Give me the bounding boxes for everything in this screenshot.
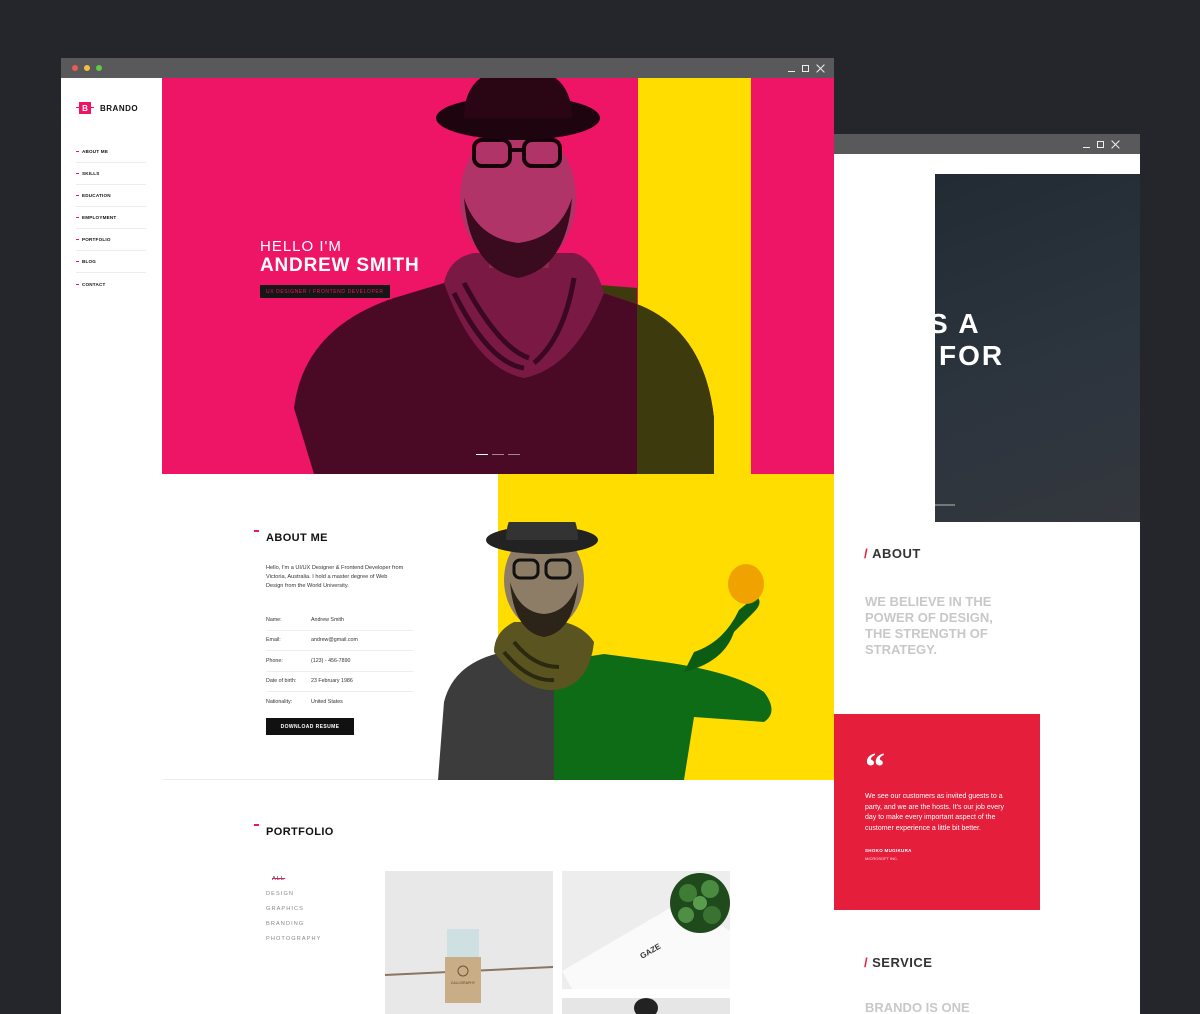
personal-info-list: Name: Andrew Smith Email: andrew@gmail.com… — [266, 610, 413, 713]
minimize-icon[interactable] — [788, 70, 795, 72]
back-browser-window: S A FOR / ABOUT WE BELIEVE IN THE POWER O… — [834, 134, 1140, 1014]
hero-role-badge: UX DESIGNER / FRONTEND DEVELOPER — [260, 285, 390, 298]
info-value[interactable]: andrew@gmail.com — [311, 637, 358, 643]
filter-graphics[interactable]: GRAPHICS — [266, 906, 322, 921]
back-hero-image: S A FOR — [935, 174, 1140, 522]
portfolio-item-photo[interactable] — [562, 998, 730, 1014]
maximize-icon[interactable] — [1097, 140, 1104, 148]
nav-item-portfolio[interactable]: PORTFOLIO — [76, 229, 146, 251]
heading-slash: / — [864, 546, 869, 561]
hero-name: ANDREW SMITH — [260, 255, 420, 276]
info-row-birth: Date of birth: 23 February 1986 — [266, 672, 413, 692]
about-section: ABOUT ME Hello, I'm a UI/UX Designer & F… — [162, 474, 834, 780]
zoom-dot-icon[interactable] — [96, 65, 102, 71]
slider-dot-2[interactable] — [492, 454, 504, 455]
brand-name: BRANDO — [100, 103, 139, 113]
back-hero-headline-line1: S A — [935, 308, 981, 339]
nav-item-skills[interactable]: SKILLS — [76, 163, 146, 185]
close-icon[interactable] — [816, 64, 825, 73]
testimonial-text: We see our customers as invited guests t… — [865, 793, 1004, 832]
nav-item-contact[interactable]: CONTACT — [76, 273, 146, 295]
info-label: Name: — [266, 616, 282, 623]
hero-slider-dots — [476, 454, 520, 455]
portfolio-item-packaging[interactable]: CALLIGRAPHY — [385, 871, 553, 1014]
info-label: Nationality: — [266, 699, 293, 706]
info-row-phone: Phone: (123) - 456-7890 — [266, 651, 413, 672]
front-window-titlebar — [61, 58, 834, 78]
slider-dot-1[interactable] — [476, 454, 488, 455]
info-value: United States — [311, 699, 343, 706]
close-dot-icon[interactable] — [72, 65, 78, 71]
logo-mark: B — [79, 102, 91, 114]
about-heading: / ABOUT — [864, 546, 921, 561]
portfolio-heading: PORTFOLIO — [254, 824, 334, 838]
portfolio-filters: ALL DESIGN GRAPHICS BRANDING PHOTOGRAPHY — [266, 876, 322, 951]
slider-indicator[interactable] — [935, 504, 955, 506]
heading-slash: / — [864, 955, 869, 970]
download-resume-button[interactable]: DOWNLOAD RESUME — [266, 718, 354, 735]
filter-branding[interactable]: BRANDING — [266, 921, 322, 936]
hero-greeting: HELLO I'M — [260, 238, 342, 255]
filter-all[interactable]: ALL — [266, 876, 322, 891]
portfolio-item-card[interactable]: GAZE — [562, 871, 730, 989]
quote-icon: “ — [865, 744, 885, 789]
info-label: Date of birth: — [266, 678, 297, 685]
hero-section: HELLO I'M ANDREW SMITH UX DESIGNER / FRO… — [162, 78, 834, 474]
slider-dot-3[interactable] — [508, 454, 520, 455]
minimize-dot-icon[interactable] — [84, 65, 90, 71]
about-me-text: Hello, I'm a UI/UX Designer & Frontend D… — [266, 565, 404, 589]
front-browser-window: B BRANDO ABOUT ME SKILLS EDUCATION EMPLO… — [61, 58, 834, 1014]
testimonial-company: MICROSOFT INC. — [865, 856, 899, 861]
sidebar: B BRANDO ABOUT ME SKILLS EDUCATION EMPLO… — [61, 78, 162, 1014]
nav-item-blog[interactable]: BLOG — [76, 251, 146, 273]
nav-item-employment[interactable]: EMPLOYMENT — [76, 207, 146, 229]
minimize-icon[interactable] — [1083, 146, 1090, 148]
service-heading-text: SERVICE — [872, 955, 933, 970]
close-icon[interactable] — [1111, 140, 1120, 149]
back-hero-headline-line2: FOR — [939, 340, 1005, 371]
info-row-email: Email: andrew@gmail.com — [266, 631, 413, 651]
info-value: (123) - 456-7890 — [311, 657, 351, 664]
service-intro-text: BRANDO IS ONE — [865, 1000, 970, 1014]
box-label: CALLIGRAPHY — [451, 981, 476, 985]
info-label: Email: — [266, 637, 281, 644]
info-value: 23 February 1986 — [311, 678, 353, 685]
testimonial-author: SHOKO MUGIKURA — [865, 848, 912, 853]
maximize-icon[interactable] — [802, 64, 809, 72]
filter-design[interactable]: DESIGN — [266, 891, 322, 906]
sidebar-nav: ABOUT ME SKILLS EDUCATION EMPLOYMENT POR… — [76, 141, 146, 295]
info-value: Andrew Smith — [311, 616, 344, 623]
portfolio-section: PORTFOLIO ALL DESIGN GRAPHICS BRANDING P… — [162, 780, 834, 1014]
about-me-heading: ABOUT ME — [254, 530, 328, 544]
info-row-name: Name: Andrew Smith — [266, 610, 413, 631]
about-heading-text: ABOUT — [872, 546, 921, 561]
believe-statement: WE BELIEVE IN THE POWER OF DESIGN, THE S… — [865, 594, 993, 657]
about-portrait-image — [438, 522, 772, 780]
brand-logo[interactable]: B BRANDO — [76, 102, 139, 114]
nav-item-about-me[interactable]: ABOUT ME — [76, 141, 146, 163]
filter-photography[interactable]: PHOTOGRAPHY — [266, 936, 322, 951]
nav-item-education[interactable]: EDUCATION — [76, 185, 146, 207]
service-heading: / SERVICE — [864, 955, 932, 970]
info-row-nationality: Nationality: United States — [266, 692, 413, 713]
testimonial-box: “ We see our customers as invited guests… — [834, 714, 1040, 910]
back-window-titlebar — [834, 134, 1140, 154]
info-label: Phone: — [266, 657, 283, 664]
